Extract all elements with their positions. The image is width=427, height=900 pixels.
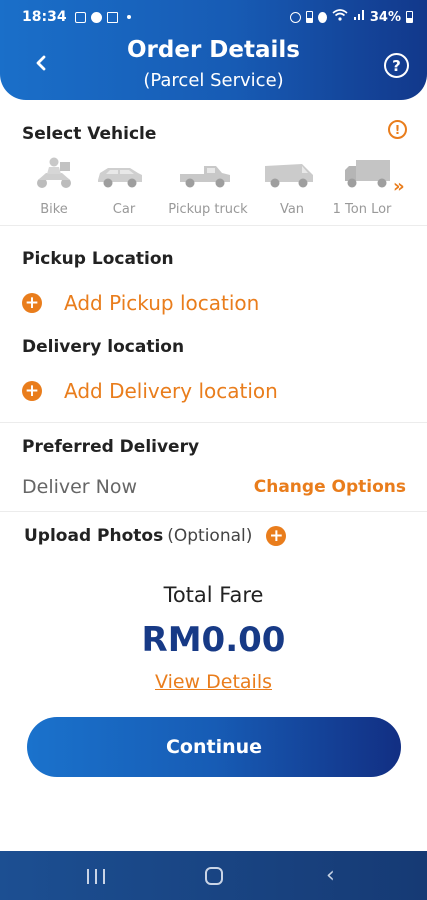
- add-photo-button[interactable]: +: [266, 526, 287, 546]
- battery-percent: 34%: [369, 9, 401, 25]
- upload-photos-title: Upload Photos: [24, 526, 164, 546]
- add-delivery-location-button[interactable]: + Add Delivery location: [22, 379, 278, 403]
- divider: [0, 225, 427, 226]
- continue-button[interactable]: Continue: [27, 717, 401, 777]
- pickup-truck-icon: [180, 166, 230, 188]
- help-button[interactable]: ?: [384, 53, 409, 78]
- status-time: 18:34: [22, 9, 67, 25]
- delivery-location-title: Delivery location: [22, 337, 185, 357]
- wifi-icon: [332, 9, 348, 25]
- vehicle-option-1-ton-lorry[interactable]: [344, 156, 392, 190]
- plus-circle-icon: +: [22, 293, 42, 313]
- vehicle-label-bike: Bike: [40, 202, 68, 217]
- gallery-icon: [74, 11, 86, 23]
- scooter-icon: [37, 157, 71, 188]
- total-fare-amount: RM0.00: [141, 620, 286, 660]
- page-title: Order Details: [127, 37, 300, 63]
- more-notifications-icon: [126, 15, 131, 19]
- vehicle-option-bike[interactable]: [32, 156, 76, 190]
- battery-icon: [406, 11, 413, 23]
- double-chevron-right-icon[interactable]: »: [393, 176, 405, 197]
- pickup-location-title: Pickup Location: [22, 249, 174, 269]
- view-details-link[interactable]: View Details: [0, 671, 427, 693]
- preferred-delivery-title: Preferred Delivery: [22, 437, 200, 457]
- divider: [0, 511, 427, 512]
- vehicle-selector: Bike Car Pickup truck Van 1 Ton Lor: [0, 156, 427, 226]
- app-notification-icon: [90, 11, 102, 23]
- vehicle-option-pickup-truck[interactable]: [176, 156, 234, 190]
- add-delivery-label: Add Delivery location: [64, 379, 278, 403]
- vehicle-option-van[interactable]: [262, 156, 316, 190]
- divider: [0, 422, 427, 423]
- home-icon[interactable]: [205, 867, 223, 885]
- select-vehicle-title: Select Vehicle: [22, 124, 157, 144]
- total-fare-label: Total Fare: [163, 583, 264, 607]
- change-options-link[interactable]: Change Options: [254, 477, 406, 497]
- recents-icon[interactable]: [87, 869, 105, 884]
- status-bar: 18:34 34%: [0, 0, 427, 34]
- add-pickup-location-button[interactable]: + Add Pickup location: [22, 291, 259, 315]
- delivery-option-value: Deliver Now: [22, 476, 138, 498]
- mail-icon: [106, 11, 118, 23]
- page-subtitle: (Parcel Service): [143, 70, 284, 91]
- vehicle-label-van: Van: [279, 202, 305, 217]
- question-circle-icon: ?: [392, 56, 401, 75]
- vehicle-label-pickup-truck: Pickup truck: [168, 202, 248, 217]
- location-icon: [317, 11, 327, 23]
- vehicle-option-car[interactable]: [94, 156, 146, 190]
- header: 18:34 34% Order Details (Parcel Service): [0, 0, 427, 100]
- upload-photos-row: Upload Photos (Optional) +: [24, 526, 287, 546]
- van-icon: [265, 164, 313, 188]
- system-nav-bar: ‹: [0, 851, 427, 900]
- back-nav-icon[interactable]: ‹: [326, 863, 335, 888]
- vehicle-label-car: Car: [112, 202, 136, 217]
- plus-circle-icon: +: [22, 381, 42, 401]
- lorry-icon: [345, 160, 390, 188]
- info-icon[interactable]: !: [388, 120, 407, 139]
- upload-photos-optional: (Optional): [167, 526, 253, 546]
- add-pickup-label: Add Pickup location: [64, 291, 260, 315]
- vehicle-label-1-ton-lorry: 1 Ton Lor: [332, 202, 392, 217]
- signal-icon: [353, 9, 365, 25]
- alarm-icon: [289, 11, 301, 23]
- car-icon: [98, 168, 142, 188]
- battery-saver-icon: [305, 11, 313, 23]
